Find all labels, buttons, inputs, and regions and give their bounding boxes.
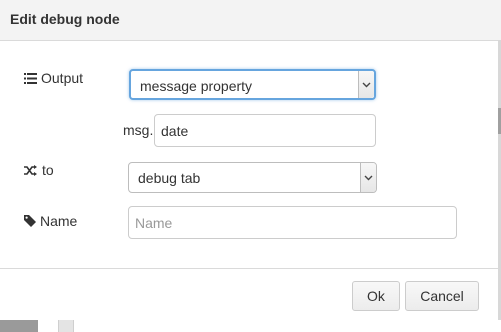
cancel-button[interactable]: Cancel — [405, 281, 479, 311]
footer-divider — [0, 268, 501, 269]
dialog-titlebar: Edit debug node — [0, 0, 501, 41]
to-select[interactable]: debug tab — [128, 162, 377, 193]
background-panel — [0, 320, 38, 332]
output-select-value: message property — [140, 78, 253, 94]
to-select-value: debug tab — [138, 170, 201, 186]
chevron-down-icon[interactable] — [360, 163, 376, 192]
output-label-text: Output — [41, 70, 84, 86]
chevron-down-icon[interactable] — [358, 71, 374, 98]
property-input[interactable] — [154, 114, 376, 147]
output-label: Output — [24, 70, 83, 86]
ok-button[interactable]: Ok — [352, 281, 400, 311]
output-select[interactable]: message property — [129, 69, 376, 100]
name-label-text: Name — [40, 213, 78, 229]
to-label-text: to — [42, 162, 54, 178]
shuffle-icon — [24, 164, 38, 176]
msg-prefix: msg. — [123, 122, 154, 138]
background-divider — [58, 320, 74, 332]
name-input[interactable] — [128, 206, 457, 239]
edit-debug-node-dialog: Edit debug node Output message property … — [0, 0, 501, 320]
tag-icon — [24, 215, 36, 227]
to-label: to — [24, 162, 54, 178]
list-icon — [24, 72, 37, 84]
background-workspace — [0, 320, 501, 332]
name-label: Name — [24, 213, 77, 229]
dialog-title: Edit debug node — [10, 11, 120, 27]
